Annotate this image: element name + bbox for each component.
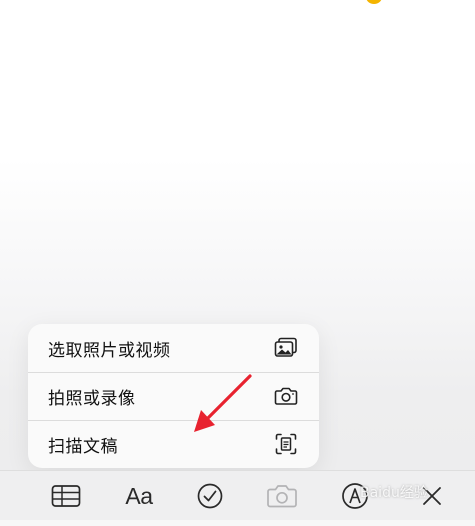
menu-item-label: 选取照片或视频 xyxy=(48,340,171,361)
photo-library-icon xyxy=(273,335,299,361)
attachment-menu: 选取照片或视频 拍照或录像 扫描文稿 xyxy=(28,324,319,468)
close-button[interactable] xyxy=(415,481,449,511)
text-format-button[interactable]: Aa xyxy=(122,481,156,511)
bottom-toolbar: Aa xyxy=(0,470,475,521)
table-button[interactable] xyxy=(49,481,83,511)
keyboard-strip xyxy=(0,520,475,526)
checklist-button[interactable] xyxy=(193,481,227,511)
menu-item-label: 拍照或录像 xyxy=(48,388,136,409)
menu-item-take-photo-video[interactable]: 拍照或录像 xyxy=(28,372,319,420)
markup-button[interactable] xyxy=(338,481,372,511)
menu-item-scan-document[interactable]: 扫描文稿 xyxy=(28,420,319,468)
document-scan-icon xyxy=(273,431,299,457)
camera-button[interactable] xyxy=(265,481,299,511)
menu-item-label: 扫描文稿 xyxy=(48,436,118,457)
table-icon xyxy=(51,485,81,507)
markup-icon xyxy=(342,483,368,509)
close-icon xyxy=(423,487,441,505)
camera-icon xyxy=(267,485,297,508)
yellow-accent-dot xyxy=(366,0,382,4)
menu-item-choose-photo-video[interactable]: 选取照片或视频 xyxy=(28,324,319,372)
text-format-icon: Aa xyxy=(125,482,153,509)
checklist-icon xyxy=(197,483,223,509)
camera-icon xyxy=(273,383,299,409)
